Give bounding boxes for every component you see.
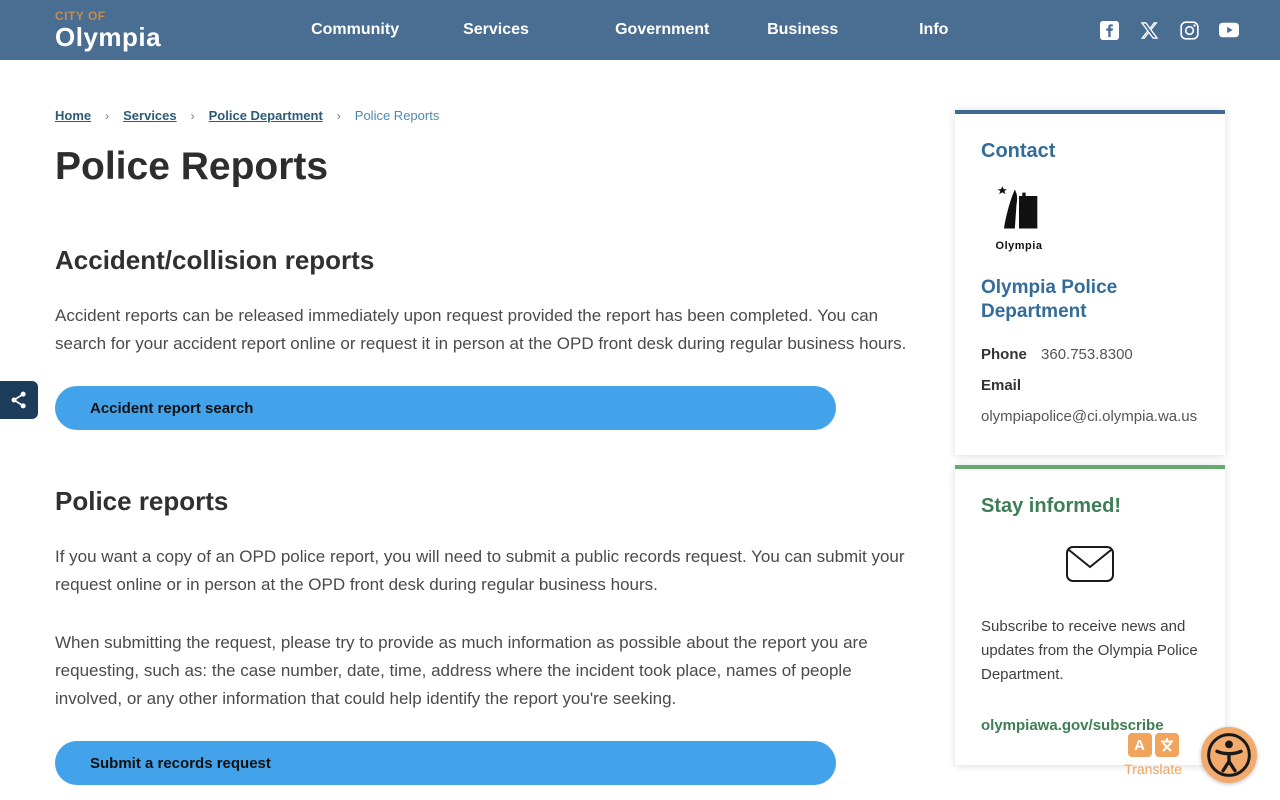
- capitol-logo-caption: Olympia: [993, 240, 1045, 252]
- envelope-icon: [981, 544, 1199, 589]
- page-title: Police Reports: [55, 145, 913, 189]
- breadcrumb: Home › Services › Police Department › Po…: [55, 108, 913, 123]
- email-label: Email: [981, 377, 1021, 394]
- contact-phone-row: Phone 360.753.8300: [981, 346, 1199, 363]
- capitol-logo-icon: [994, 185, 1044, 237]
- accident-report-search-button[interactable]: Accident report search: [55, 386, 836, 430]
- translate-cjk-box: [1155, 733, 1179, 757]
- contact-card: Contact Olympia Olympia Police Departmen…: [955, 110, 1225, 455]
- nav-item-community[interactable]: Community: [311, 21, 463, 39]
- phone-value: 360.753.8300: [1041, 346, 1133, 363]
- top-navbar: CITY OF Olympia Community Services Gover…: [0, 0, 1280, 60]
- youtube-icon[interactable]: [1219, 20, 1239, 40]
- contact-email-row: Email: [981, 377, 1199, 394]
- accessibility-icon: [1204, 730, 1254, 780]
- x-twitter-icon[interactable]: [1139, 20, 1159, 40]
- breadcrumb-separator: ›: [337, 109, 341, 123]
- page-content: Home › Services › Police Department › Po…: [0, 60, 1280, 785]
- stay-informed-heading: Stay informed!: [981, 495, 1199, 518]
- nav-item-government[interactable]: Government: [615, 21, 767, 39]
- olympia-police-logo: Olympia: [993, 185, 1045, 252]
- stay-informed-card: Stay informed! Subscribe to receive news…: [955, 465, 1225, 765]
- share-button[interactable]: [0, 381, 38, 419]
- breadcrumb-police-department[interactable]: Police Department: [209, 108, 323, 123]
- translate-label: Translate: [1124, 761, 1182, 777]
- police-reports-paragraph-2: When submitting the request, please try …: [55, 629, 913, 713]
- nav-item-info[interactable]: Info: [919, 21, 1071, 39]
- sidebar: Contact Olympia Olympia Police Departmen…: [955, 110, 1225, 765]
- phone-label: Phone: [981, 346, 1027, 363]
- accident-reports-paragraph: Accident reports can be released immedia…: [55, 302, 913, 358]
- site-logo-pre: CITY OF: [55, 10, 161, 22]
- nav-item-services[interactable]: Services: [463, 21, 615, 39]
- contact-org-name: Olympia Police Department: [981, 276, 1199, 324]
- main-nav: Community Services Government Business I…: [311, 21, 1071, 39]
- submit-records-request-button[interactable]: Submit a records request: [55, 741, 836, 785]
- translate-widget[interactable]: A Translate: [1124, 733, 1182, 777]
- breadcrumb-home[interactable]: Home: [55, 108, 91, 123]
- translate-letter-box: A: [1128, 733, 1152, 757]
- breadcrumb-separator: ›: [105, 109, 109, 123]
- breadcrumb-services[interactable]: Services: [123, 108, 177, 123]
- site-logo-name: Olympia: [55, 24, 161, 50]
- police-reports-heading: Police reports: [55, 486, 913, 517]
- breadcrumb-current: Police Reports: [355, 108, 440, 123]
- police-reports-paragraph-1: If you want a copy of an OPD police repo…: [55, 543, 913, 599]
- stay-informed-text: Subscribe to receive news and updates fr…: [981, 615, 1199, 687]
- share-icon: [9, 390, 29, 410]
- breadcrumb-separator: ›: [191, 109, 195, 123]
- email-value[interactable]: olympiapolice@ci.olympia.wa.us: [981, 408, 1199, 425]
- accident-reports-heading: Accident/collision reports: [55, 245, 913, 276]
- subscribe-link[interactable]: olympiawa.gov/subscribe: [981, 717, 1164, 734]
- instagram-icon[interactable]: [1179, 20, 1199, 40]
- contact-heading: Contact: [981, 140, 1199, 163]
- social-links: [1099, 20, 1239, 40]
- accessibility-button[interactable]: [1201, 727, 1257, 783]
- translate-icon: A: [1124, 733, 1182, 757]
- site-logo[interactable]: CITY OF Olympia: [55, 10, 161, 50]
- main-column: Home › Services › Police Department › Po…: [55, 60, 913, 785]
- nav-item-business[interactable]: Business: [767, 21, 919, 39]
- facebook-icon[interactable]: [1099, 20, 1119, 40]
